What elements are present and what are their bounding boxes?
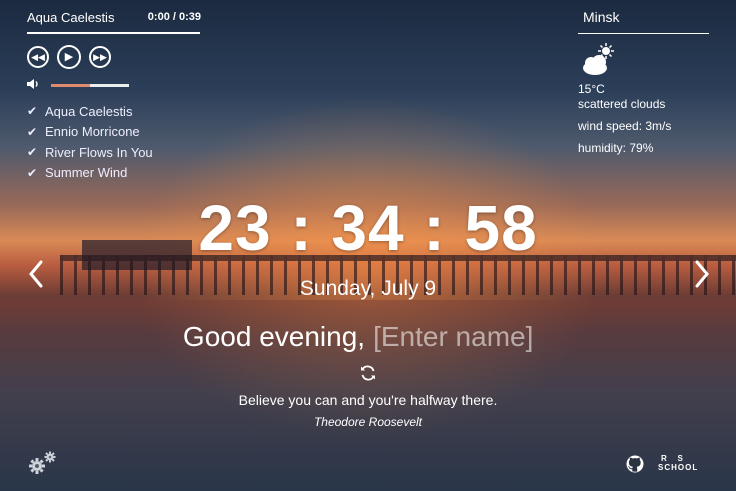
play-icon: ▶	[64, 50, 74, 63]
city-input[interactable]: Minsk	[578, 9, 709, 27]
name-input[interactable]	[373, 321, 554, 353]
rs-school-logo[interactable]: R S SCHOOL	[658, 454, 710, 476]
clock: 23 : 34 : 58	[198, 192, 538, 264]
fast-forward-icon: ▶▶	[93, 51, 107, 62]
volume-control	[27, 78, 201, 93]
audio-player: Aqua Caelestis 0:00 / 0:39 ◀◀ ▶ ▶▶ ✔ Aqua…	[27, 8, 201, 183]
playlist-item[interactable]: ✔ Ennio Morricone	[27, 122, 201, 143]
checkmark-icon: ✔	[27, 145, 38, 160]
gears-icon	[29, 451, 56, 474]
track-time: 0:00 / 0:39	[147, 11, 201, 23]
checkmark-icon: ✔	[27, 104, 38, 119]
checkmark-icon: ✔	[27, 124, 38, 139]
volume-slider-fill	[51, 84, 90, 87]
playlist-item[interactable]: ✔ Aqua Caelestis	[27, 101, 201, 122]
quote-author: Theodore Roosevelt	[313, 415, 423, 429]
current-track-title: Aqua Caelestis	[27, 9, 115, 25]
github-icon	[626, 455, 644, 473]
volume-icon[interactable]	[27, 78, 43, 93]
playlist: ✔ Aqua Caelestis ✔ Ennio Morricone ✔ River …	[27, 101, 201, 183]
weather-description: scattered clouds	[578, 97, 666, 111]
quote-text: Believe you can and you're halfway there…	[238, 392, 498, 408]
partly-cloudy-icon	[578, 42, 616, 78]
rs-school-logo-top: R S	[661, 454, 684, 463]
rs-school-logo-bottom: SCHOOL	[658, 463, 699, 472]
greeting: Good evening,	[0, 321, 736, 353]
next-track-button[interactable]: ▶▶	[89, 46, 111, 68]
volume-slider[interactable]	[51, 84, 129, 87]
greeting-text: Good evening,	[182, 321, 366, 352]
change-quote-button[interactable]	[359, 364, 377, 382]
wind-speed: wind speed: 3m/s	[578, 119, 672, 133]
prev-track-button[interactable]: ◀◀	[27, 46, 49, 68]
checkmark-icon: ✔	[27, 165, 38, 180]
city-underline	[578, 33, 709, 34]
github-link[interactable]	[626, 455, 644, 473]
rewind-icon: ◀◀	[31, 51, 45, 62]
playlist-item[interactable]: ✔ River Flows In You	[27, 142, 201, 163]
playlist-item[interactable]: ✔ Summer Wind	[27, 163, 201, 184]
weather-widget: Minsk 15°C scattered clouds wind speed: …	[578, 9, 709, 156]
temperature: 15°C	[578, 82, 605, 96]
humidity: humidity: 79%	[578, 141, 654, 155]
date: Sunday, July 9	[299, 277, 437, 300]
player-controls: ◀◀ ▶ ▶▶	[27, 45, 201, 69]
play-button[interactable]: ▶	[57, 45, 81, 69]
track-progress-bar[interactable]	[27, 32, 200, 34]
refresh-icon	[361, 365, 375, 381]
settings-button[interactable]	[27, 450, 59, 476]
